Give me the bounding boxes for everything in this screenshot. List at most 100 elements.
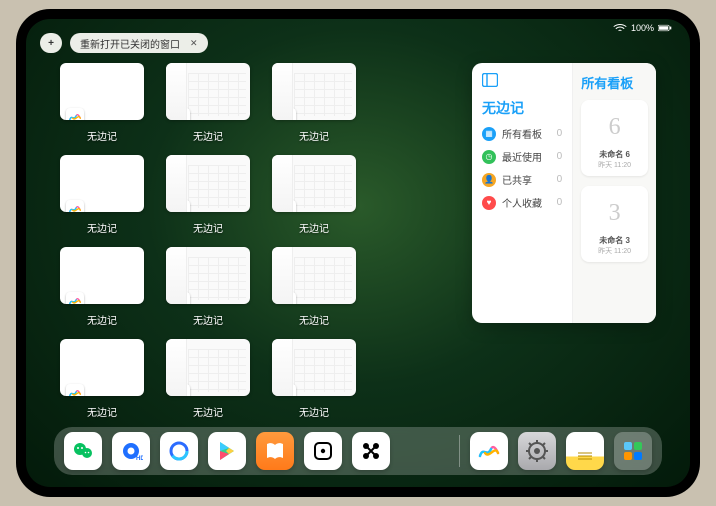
dock-tencent-video-icon[interactable]: HD (112, 432, 150, 470)
battery-icon (658, 24, 672, 32)
dock-settings-icon[interactable] (518, 432, 556, 470)
dock-notes-icon[interactable] (566, 432, 604, 470)
freeform-icon (66, 200, 84, 212)
freeform-icon (66, 108, 84, 120)
close-tab-icon[interactable]: ✕ (190, 38, 198, 49)
app-window[interactable]: 无边记 (166, 63, 250, 143)
board-name: 未命名 6 (599, 149, 630, 160)
app-window[interactable]: 无边记 (166, 247, 250, 327)
window-thumbnail (272, 339, 356, 396)
reopen-tab-label: 重新打开已关闭的窗口 (80, 36, 180, 51)
app-window[interactable]: 无边记 (166, 155, 250, 235)
window-thumbnail (166, 339, 250, 396)
window-label: 无边记 (87, 404, 117, 419)
window-label: 无边记 (193, 128, 223, 143)
window-label: 无边记 (193, 404, 223, 419)
panel-sidebar: 无边记 ▦所有看板0◷最近使用0👤已共享0♥个人收藏0 (472, 63, 573, 323)
sidebar-title: 无边记 (482, 98, 562, 118)
window-thumbnail (272, 63, 356, 120)
dock-recent-group (470, 432, 652, 470)
top-bar: + 重新打开已关闭的窗口 ✕ (40, 33, 208, 53)
window-label: 无边记 (299, 220, 329, 235)
dock-books-icon[interactable] (256, 432, 294, 470)
window-label: 无边记 (299, 128, 329, 143)
board-name: 未命名 3 (599, 235, 630, 246)
dock-quark-icon[interactable] (160, 432, 198, 470)
dock-separator (459, 435, 460, 467)
freeform-icon (278, 200, 296, 212)
window-label: 无边记 (299, 404, 329, 419)
app-window[interactable]: 无边记 (60, 63, 144, 143)
sidebar-item-count: 0 (557, 174, 563, 185)
sidebar-item-label: 个人收藏 (502, 195, 542, 210)
sidebar-item-label: 所有看板 (502, 126, 542, 141)
dock-dice-icon[interactable] (304, 432, 342, 470)
sidebar-item-label: 已共享 (502, 172, 532, 187)
dock-puzzle-icon[interactable] (352, 432, 390, 470)
board-date: 昨天 11:20 (598, 160, 631, 170)
sidebar-item[interactable]: 👤 已共享 0 (482, 172, 562, 187)
heart-icon: ♥ (482, 196, 496, 210)
reopen-tab-pill[interactable]: 重新打开已关闭的窗口 ✕ (70, 33, 208, 53)
app-window[interactable]: 无边记 (272, 63, 356, 143)
window-grid: 无边记无边记无边记无边记无边记无边记无边记无边记无边记无边记无边记无边记 (60, 63, 462, 423)
app-window[interactable]: 无边记 (60, 247, 144, 327)
app-window[interactable]: 无边记 (60, 339, 144, 419)
sidebar-item[interactable]: ♥ 个人收藏 0 (482, 195, 562, 210)
window-thumbnail (60, 63, 144, 120)
window-thumbnail (60, 247, 144, 304)
board-card[interactable]: 3未命名 3昨天 11:20 (581, 186, 648, 262)
sidebar-item[interactable]: ◷最近使用0 (482, 149, 562, 164)
freeform-panel[interactable]: ••• 无边记 ▦所有看板0◷最近使用0👤已共享0♥个人收藏0 所有看板 6未命… (472, 63, 656, 323)
board-preview: 6 (609, 106, 621, 149)
app-window[interactable]: 无边记 (272, 247, 356, 327)
window-thumbnail (60, 339, 144, 396)
window-label: 无边记 (87, 128, 117, 143)
sidebar-item[interactable]: ▦ 所有看板 0 (482, 126, 562, 141)
svg-text:HD: HD (136, 456, 143, 462)
freeform-icon (172, 108, 190, 120)
dock-freeform-icon[interactable] (470, 432, 508, 470)
app-window[interactable]: 无边记 (272, 339, 356, 419)
sidebar-item-label: 最近使用 (502, 149, 542, 164)
window-thumbnail (60, 155, 144, 212)
dock-wechat-icon[interactable] (64, 432, 102, 470)
freeform-icon (66, 292, 84, 304)
dock-app-library-icon[interactable] (614, 432, 652, 470)
app-window[interactable]: 无边记 (166, 339, 250, 419)
window-thumbnail (166, 247, 250, 304)
window-label: 无边记 (193, 220, 223, 235)
dock-playstore-icon[interactable] (208, 432, 246, 470)
status-bar: 100% (613, 23, 672, 33)
board-card[interactable]: 6未命名 6昨天 11:20 (581, 100, 648, 176)
freeform-icon (66, 384, 84, 396)
sidebar-item-count: 0 (557, 128, 563, 139)
board-date: 昨天 11:20 (598, 246, 631, 256)
window-label: 无边记 (87, 220, 117, 235)
freeform-icon (172, 200, 190, 212)
window-label: 无边记 (193, 312, 223, 327)
window-label: 无边记 (87, 312, 117, 327)
new-window-button[interactable]: + (40, 33, 62, 53)
window-thumbnail (272, 247, 356, 304)
dock-main-group: HD (64, 432, 390, 470)
window-thumbnail (166, 155, 250, 212)
freeform-icon (172, 292, 190, 304)
all-icon: ▦ (482, 127, 496, 141)
freeform-icon (172, 384, 190, 396)
share-icon: 👤 (482, 173, 496, 187)
panel-content-title: 所有看板 (581, 73, 648, 92)
window-label: 无边记 (299, 312, 329, 327)
clock-icon: ◷ (482, 150, 496, 164)
app-window[interactable]: 无边记 (60, 155, 144, 235)
sidebar-item-count: 0 (557, 197, 563, 208)
battery-label: 100% (631, 23, 654, 33)
app-window[interactable]: 无边记 (272, 155, 356, 235)
sidebar-toggle-icon[interactable] (482, 73, 498, 87)
panel-content: 所有看板 6未命名 6昨天 11:203未命名 3昨天 11:20 (573, 63, 656, 323)
screen: 100% + 重新打开已关闭的窗口 ✕ 无边记无边记无边记无边记无边记无边记无边… (26, 19, 690, 487)
wifi-icon (613, 24, 627, 32)
dock: HD (54, 427, 662, 475)
window-thumbnail (272, 155, 356, 212)
board-preview: 3 (609, 192, 621, 235)
